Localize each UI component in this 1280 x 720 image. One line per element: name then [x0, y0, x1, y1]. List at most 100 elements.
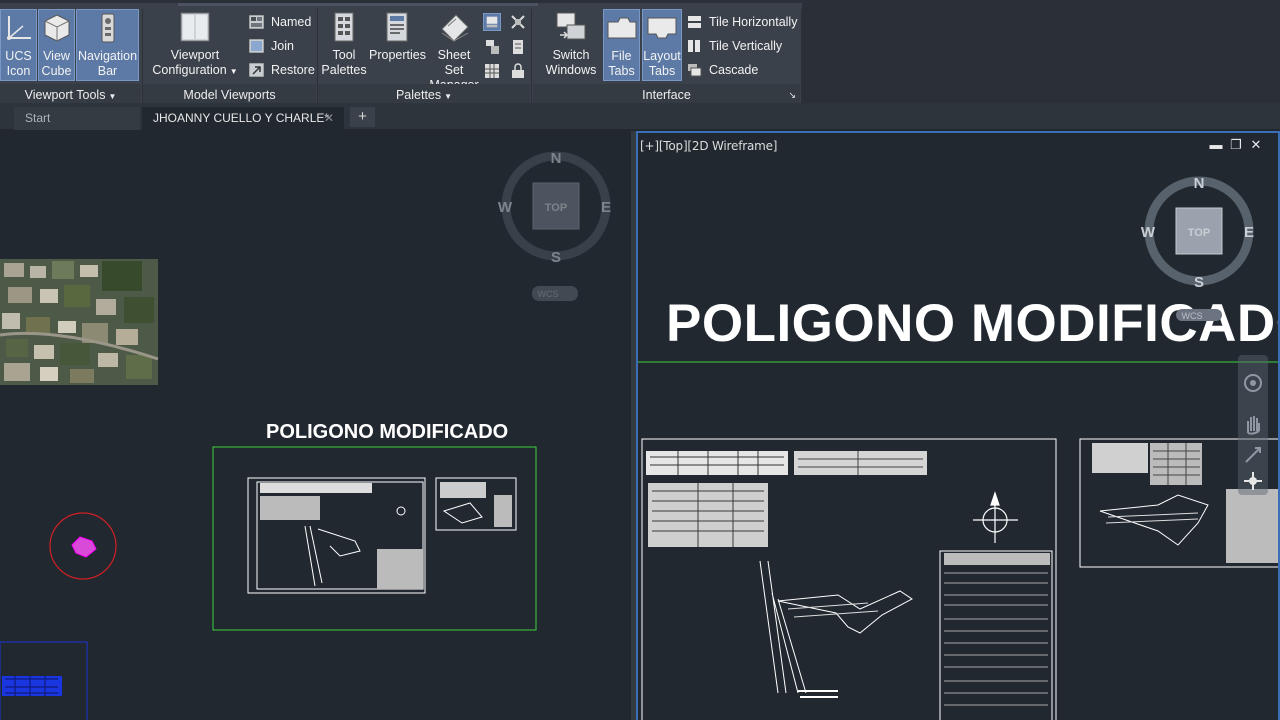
layout-tabs-icon — [647, 17, 677, 39]
file-tabs-button[interactable]: File Tabs — [603, 9, 640, 81]
magenta-object — [71, 536, 97, 558]
compass-east-label: E — [1244, 224, 1254, 241]
viewcube-left[interactable]: TOP N S E W WCS — [495, 146, 620, 306]
close-tab-icon[interactable]: ✕ — [324, 107, 334, 130]
compass-west-label: W — [498, 199, 513, 216]
lock-ui-icon[interactable] — [509, 62, 527, 80]
ucs-label: WCS — [538, 289, 559, 299]
restore-viewports-button[interactable]: Restore — [249, 60, 315, 80]
cascade-label: Cascade — [709, 63, 759, 77]
viewport-configuration-label: Viewport Configuration ▼ — [152, 48, 238, 77]
tab-document-label: JHOANNY CUELLO Y CHARLE* — [153, 111, 330, 125]
tile-vertically-icon — [688, 40, 700, 52]
join-label: Join — [271, 39, 294, 53]
file-tabs-icon — [607, 17, 636, 39]
compass-west-label: W — [1141, 224, 1156, 241]
compass-south-label: S — [551, 249, 561, 266]
named-label: Named — [271, 15, 312, 29]
active-ribbon-tab-indicator — [178, 3, 538, 6]
switch-windows-icon — [556, 12, 586, 40]
compass-north-label: N — [1194, 175, 1205, 192]
sheet-set-manager-icon — [441, 14, 469, 42]
tile-horizontally-icon — [688, 16, 701, 28]
orbit-icon[interactable] — [1243, 471, 1263, 491]
restore-icon — [249, 63, 264, 77]
sheet-thumbnail-1 — [247, 477, 426, 594]
ucs-label: WCS — [1182, 311, 1203, 321]
satellite-image — [0, 259, 159, 385]
cascade-button[interactable]: Cascade — [687, 60, 758, 80]
viewcube-face-label: TOP — [1188, 227, 1210, 239]
switch-windows-button[interactable]: Switch Windows — [540, 9, 602, 81]
zoom-extents-icon[interactable] — [1243, 445, 1263, 465]
compass-south-label: S — [1194, 274, 1204, 291]
view-cube-button[interactable]: View Cube — [38, 9, 75, 81]
file-tabs-bar: Start JHOANNY CUELLO Y CHARLE* ✕ — [0, 103, 1280, 130]
tool-palettes-icon — [334, 12, 354, 42]
autocad-window: UCS Icon View Cube Navigation Bar Viewpo… — [0, 0, 1280, 720]
palettes-dropdown-icon: ▼ — [444, 92, 453, 101]
tile-vertically-button[interactable]: Tile Vertically — [687, 36, 782, 56]
layout-frame — [212, 446, 537, 631]
steering-wheel-icon[interactable] — [1243, 373, 1263, 393]
switch-windows-label: Switch Windows — [545, 48, 597, 77]
interface-title-text: Interface — [642, 88, 691, 102]
panel-separator — [531, 9, 532, 104]
cascade-icon — [688, 64, 702, 77]
viewport-left[interactable]: TOP N S E W WCS POLIGONO MODIFICADO — [0, 131, 631, 720]
compass-east-label: E — [601, 199, 611, 216]
ucs-icon-label: UCS Icon — [5, 49, 32, 78]
viewport-configuration-button[interactable]: Viewport Configuration ▼ — [150, 9, 240, 81]
named-viewports-button[interactable]: Named — [249, 12, 311, 32]
ribbon: UCS Icon View Cube Navigation Bar Viewpo… — [0, 0, 1280, 106]
view-cube-icon — [44, 14, 69, 42]
sheet-large — [641, 438, 1057, 720]
north-arrow-icon — [973, 491, 1018, 543]
block-palette-icon[interactable] — [483, 62, 501, 80]
dbconnect-icon[interactable] — [509, 38, 527, 56]
tool-palettes-button[interactable]: Tool Palettes — [318, 9, 370, 81]
join-viewports-button[interactable]: Join — [249, 36, 294, 56]
restore-label: Restore — [271, 63, 315, 77]
properties-label: Properties — [369, 48, 426, 62]
viewcube-face-label: TOP — [545, 202, 567, 214]
viewport-tools-dropdown-icon: ▼ — [108, 92, 117, 101]
view-cube-label: View Cube — [41, 49, 72, 78]
tool-palettes-label: Tool Palettes — [321, 48, 367, 77]
blue-block — [0, 641, 88, 720]
drawing-title-left: POLIGONO MODIFICADO — [266, 421, 509, 443]
tile-vertically-label: Tile Vertically — [709, 39, 783, 53]
tile-horizontally-label: Tile Horizontally — [709, 15, 798, 29]
ucs-icon — [6, 16, 31, 40]
compass-north-label: N — [551, 150, 562, 167]
ribbon-empty-area — [802, 3, 1280, 106]
markup-set-icon[interactable] — [509, 13, 527, 31]
design-center-icon[interactable] — [483, 13, 501, 31]
tab-start-label: Start — [25, 111, 51, 125]
sheet-thumbnail-2 — [435, 477, 517, 531]
join-icon — [249, 39, 264, 53]
layout-tabs-label: Layout Tabs — [643, 49, 681, 78]
navigation-bar-icon — [101, 13, 114, 43]
named-icon — [249, 15, 264, 29]
navigation-bar — [1238, 355, 1268, 495]
ucs-icon-button[interactable]: UCS Icon — [0, 9, 37, 81]
palettes-title-text: Palettes — [395, 88, 442, 102]
file-tabs-label: File Tabs — [608, 49, 635, 78]
tab-start[interactable]: Start — [14, 107, 140, 130]
tile-horizontally-button[interactable]: Tile Horizontally — [687, 12, 797, 32]
properties-button[interactable]: Properties — [369, 9, 426, 81]
navigation-bar-label: Navigation Bar — [77, 49, 138, 78]
viewport-configuration-icon — [180, 12, 210, 42]
navigation-bar-button[interactable]: Navigation Bar — [76, 9, 139, 81]
viewport-tools-title-text: Viewport Tools — [24, 88, 106, 102]
new-tab-button[interactable]: + — [350, 107, 375, 127]
viewport-right-active[interactable]: [+][Top][2D Wireframe] ▬ ❐ ✕ POLIGONO MO… — [636, 131, 1280, 720]
properties-icon — [386, 12, 408, 42]
pan-icon[interactable] — [1243, 413, 1263, 435]
sheet-set-manager-button[interactable]: Sheet Set Manager — [427, 9, 481, 92]
tab-document[interactable]: JHOANNY CUELLO Y CHARLE* ✕ — [142, 107, 344, 130]
quickcalc-icon[interactable] — [483, 38, 501, 56]
layout-tabs-button[interactable]: Layout Tabs — [642, 9, 682, 81]
viewcube-right[interactable]: TOP N S E W WCS — [1138, 171, 1263, 321]
